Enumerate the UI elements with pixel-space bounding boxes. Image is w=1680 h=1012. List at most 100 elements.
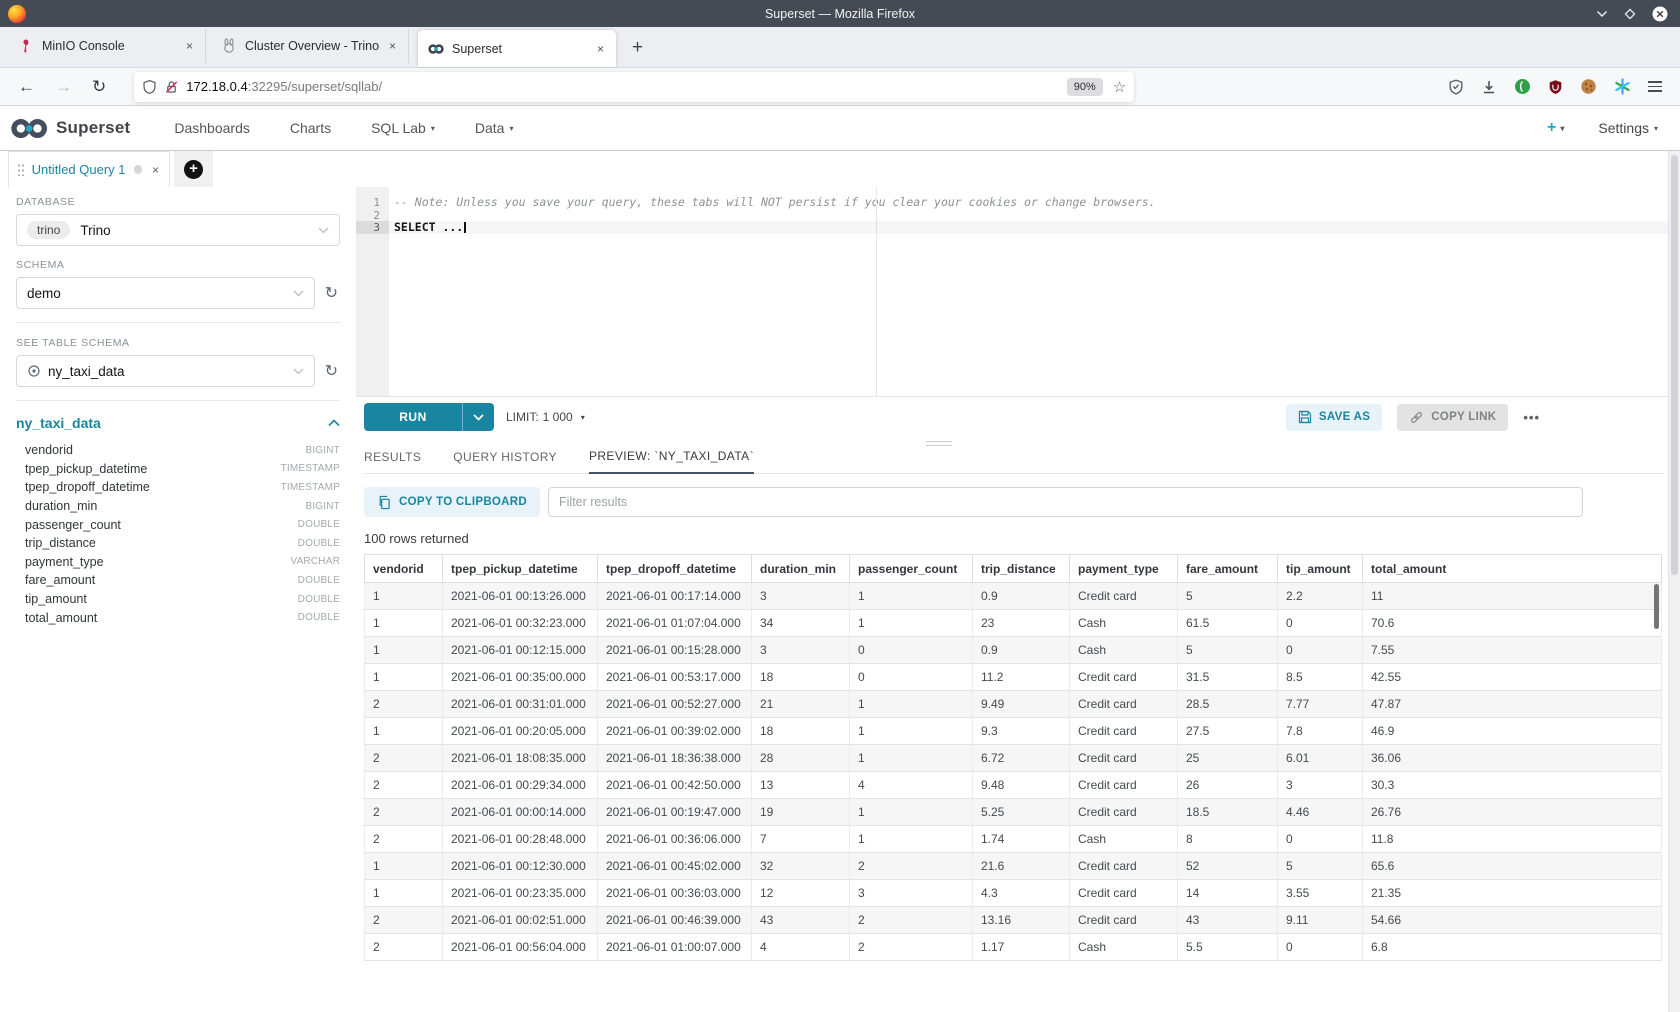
limit-control[interactable]: LIMIT: 1 000 ▾	[506, 410, 585, 424]
extension-asterisk-icon[interactable]	[1614, 78, 1631, 95]
browser-tab-trino[interactable]: Cluster Overview - Trino ×	[211, 29, 409, 63]
drag-handle-icon[interactable]	[17, 163, 24, 176]
collapse-table-icon[interactable]	[328, 419, 340, 427]
cell-pickup: 2021-06-01 00:56:04.000	[443, 934, 598, 961]
cell-distance: 21.6	[973, 853, 1070, 880]
cell-fare: 5.5	[1178, 934, 1278, 961]
window-close-button[interactable]	[1652, 6, 1668, 22]
reload-button[interactable]: ↻	[82, 77, 116, 97]
pane-resize-handle[interactable]	[926, 441, 952, 449]
extension-green-icon[interactable]	[1514, 78, 1531, 95]
superset-logo[interactable]: Superset	[10, 117, 130, 140]
cell-vendorid: 1	[365, 610, 443, 637]
caret-down-icon: ▾	[1654, 124, 1658, 133]
cookie-icon[interactable]	[1580, 78, 1597, 95]
save-as-button[interactable]: SAVE AS	[1286, 404, 1382, 431]
cell-duration: 12	[752, 880, 850, 907]
cell-total: 47.87	[1363, 691, 1662, 718]
refresh-schemas-icon[interactable]: ↻	[323, 283, 340, 303]
cell-dropoff: 2021-06-01 00:52:27.000	[598, 691, 752, 718]
column-header[interactable]: payment_type	[1070, 555, 1178, 583]
table-scrollbar-thumb[interactable]	[1654, 584, 1659, 629]
sql-editor[interactable]: 123 -- Note: Unless you save your query,…	[356, 187, 1668, 397]
run-dropdown-button[interactable]	[463, 403, 494, 431]
column-header[interactable]: duration_min	[752, 555, 850, 583]
cell-distance: 0.9	[973, 583, 1070, 610]
database-value: Trino	[80, 223, 110, 238]
table-select[interactable]: ny_taxi_data	[16, 355, 315, 387]
column-header[interactable]: trip_distance	[973, 555, 1070, 583]
tab-close-icon[interactable]: ×	[385, 37, 400, 55]
column-header[interactable]: vendorid	[365, 555, 443, 583]
table-column-row: fare_amount DOUBLE	[16, 571, 340, 590]
tab-close-icon[interactable]: ×	[182, 37, 197, 55]
window-maximize-button[interactable]	[1624, 8, 1636, 20]
browser-tab-superset[interactable]: Superset ×	[418, 30, 616, 67]
sqllab-sidebar: DATABASE trino Trino SCHEMA demo	[0, 187, 356, 1012]
query-state-dot	[134, 165, 142, 174]
add-query-tab-button[interactable]: +	[174, 151, 213, 187]
new-tab-button[interactable]: +	[620, 37, 655, 67]
cell-distance: 6.72	[973, 745, 1070, 772]
ublock-shield-icon[interactable]	[1548, 79, 1563, 95]
query-tab-close-icon[interactable]: ×	[152, 163, 159, 177]
run-button[interactable]: RUN	[364, 403, 494, 431]
more-actions-button[interactable]: •••	[1523, 410, 1540, 425]
cell-payment: Credit card	[1070, 718, 1178, 745]
cell-dropoff: 2021-06-01 00:36:06.000	[598, 826, 752, 853]
forward-button[interactable]: →	[45, 77, 82, 97]
nav-item-data[interactable]: Data▾	[475, 120, 514, 136]
save-icon	[1298, 410, 1312, 424]
filter-results-input[interactable]	[548, 487, 1583, 517]
column-header[interactable]: tip_amount	[1278, 555, 1363, 583]
column-header[interactable]: fare_amount	[1178, 555, 1278, 583]
column-header[interactable]: tpep_pickup_datetime	[443, 555, 598, 583]
copy-to-clipboard-button[interactable]: COPY TO CLIPBOARD	[364, 487, 540, 517]
nav-item-sql-lab[interactable]: SQL Lab▾	[371, 120, 435, 136]
page-scrollbar[interactable]	[1668, 151, 1680, 1012]
cell-total: 30.3	[1363, 772, 1662, 799]
menu-hamburger-icon[interactable]	[1648, 81, 1662, 92]
schema-select[interactable]: demo	[16, 277, 315, 309]
tab-results[interactable]: RESULTS	[364, 450, 421, 473]
tab-close-icon[interactable]: ×	[593, 40, 608, 58]
downloads-icon[interactable]	[1481, 79, 1497, 95]
column-header[interactable]: total_amount	[1363, 555, 1662, 583]
cell-pickup: 2021-06-01 00:12:30.000	[443, 853, 598, 880]
cell-passengers: 2	[850, 907, 973, 934]
cell-fare: 18.5	[1178, 799, 1278, 826]
column-header[interactable]: tpep_dropoff_datetime	[598, 555, 752, 583]
cell-passengers: 2	[850, 853, 973, 880]
browser-tab-minio[interactable]: MinIO Console ×	[8, 29, 206, 63]
cell-distance: 9.49	[973, 691, 1070, 718]
cell-payment: Credit card	[1070, 853, 1178, 880]
cell-tip: 7.8	[1278, 718, 1363, 745]
copy-icon	[377, 495, 391, 510]
protections-shield-icon[interactable]	[1448, 79, 1464, 95]
refresh-tables-icon[interactable]: ↻	[323, 361, 340, 381]
page-scrollbar-thumb[interactable]	[1671, 155, 1678, 575]
bookmark-star-icon[interactable]: ☆	[1113, 78, 1126, 96]
column-header[interactable]: passenger_count	[850, 555, 973, 583]
cell-pickup: 2021-06-01 00:35:00.000	[443, 664, 598, 691]
database-select[interactable]: trino Trino	[16, 214, 340, 246]
cell-vendorid: 2	[365, 745, 443, 772]
zoom-level-badge[interactable]: 90%	[1067, 78, 1103, 96]
tab-query-history[interactable]: QUERY HISTORY	[453, 450, 557, 473]
cell-total: 46.9	[1363, 718, 1662, 745]
url-bar[interactable]: 172.18.0.4:32295/superset/sqllab/ 90% ☆	[134, 72, 1134, 102]
nav-add-button[interactable]: +▾	[1547, 119, 1564, 137]
shield-icon[interactable]	[142, 79, 157, 95]
nav-settings-menu[interactable]: Settings▾	[1598, 120, 1658, 136]
query-tab-untitled[interactable]: Untitled Query 1 ×	[8, 151, 170, 187]
editor-content[interactable]: -- Note: Unless you save your query, the…	[389, 187, 1668, 396]
cell-payment: Credit card	[1070, 907, 1178, 934]
tab-preview[interactable]: PREVIEW: `NY_TAXI_DATA`	[589, 449, 754, 474]
column-name: vendorid	[25, 443, 73, 457]
copy-link-button[interactable]: COPY LINK	[1397, 404, 1508, 431]
insecure-lock-icon[interactable]	[164, 79, 179, 95]
window-minimize-button[interactable]	[1596, 10, 1608, 18]
nav-item-dashboards[interactable]: Dashboards	[174, 120, 250, 136]
back-button[interactable]: ←	[8, 77, 45, 97]
nav-item-charts[interactable]: Charts	[290, 120, 331, 136]
